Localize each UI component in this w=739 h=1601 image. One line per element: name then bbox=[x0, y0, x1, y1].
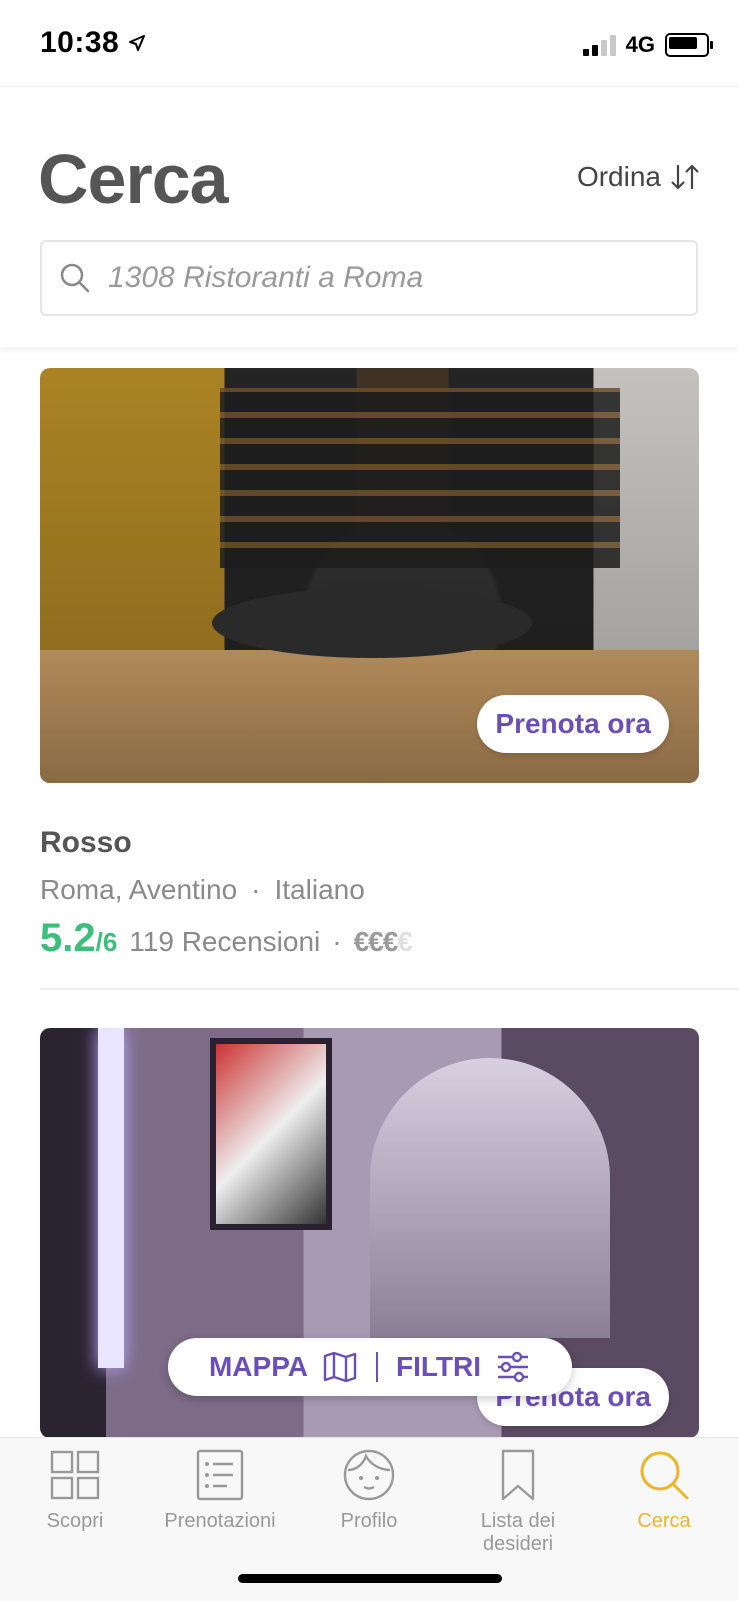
bookmark-icon bbox=[501, 1449, 535, 1501]
signal-icon bbox=[582, 34, 616, 56]
home-indicator bbox=[238, 1574, 502, 1583]
tab-prenotazioni[interactable]: Prenotazioni bbox=[145, 1448, 295, 1533]
map-label: MAPPA bbox=[208, 1351, 309, 1382]
separator-dot: · bbox=[332, 926, 342, 957]
tab-label: Profilo bbox=[340, 1510, 398, 1532]
restaurant-info[interactable]: Rosso Roma, Aventino · Italiano 5.2/6 11… bbox=[40, 826, 700, 961]
tab-lista-desideri[interactable]: Lista dei desideri bbox=[443, 1448, 593, 1556]
filters-label: FILTRI bbox=[396, 1351, 482, 1382]
search-icon bbox=[60, 263, 90, 293]
tab-label: Lista dei desideri bbox=[480, 1510, 556, 1555]
price-level: €€€€ bbox=[353, 926, 413, 957]
status-indicators: 4G bbox=[582, 32, 713, 58]
restaurant-location: Roma, Aventino bbox=[40, 874, 238, 905]
status-time-group: 10:38 bbox=[40, 26, 147, 60]
map-icon bbox=[323, 1351, 357, 1383]
list-divider bbox=[40, 988, 739, 990]
location-arrow-icon bbox=[129, 35, 146, 51]
tab-scopri[interactable]: Scopri bbox=[0, 1448, 150, 1533]
sort-button[interactable]: Ordina bbox=[577, 161, 701, 193]
restaurant-cuisine: Italiano bbox=[274, 874, 365, 905]
filters-button[interactable]: FILTRI bbox=[396, 1351, 531, 1383]
restaurant-name: Rosso bbox=[40, 826, 132, 859]
sort-arrows-icon bbox=[671, 164, 699, 190]
map-button[interactable]: MAPPA bbox=[209, 1351, 358, 1383]
tab-label: Cerca bbox=[637, 1510, 691, 1532]
search-bar[interactable] bbox=[40, 240, 698, 316]
tab-label: Prenotazioni bbox=[164, 1510, 276, 1532]
rating-score: 5.2/6 bbox=[40, 916, 118, 960]
grid-icon bbox=[50, 1450, 100, 1500]
list-icon bbox=[196, 1449, 244, 1501]
separator bbox=[376, 1352, 379, 1382]
tab-cerca[interactable]: Cerca bbox=[589, 1448, 739, 1533]
tab-profilo[interactable]: Profilo bbox=[294, 1448, 444, 1533]
book-now-button[interactable]: Prenota ora bbox=[477, 695, 669, 753]
review-count: 119 Recensioni bbox=[129, 926, 321, 957]
status-time: 10:38 bbox=[40, 26, 120, 59]
rating-row: 5.2/6 119 Recensioni · €€€€ bbox=[40, 916, 700, 961]
sliders-icon bbox=[498, 1351, 529, 1383]
map-filters-bar: MAPPA FILTRI bbox=[168, 1338, 572, 1396]
search-icon bbox=[640, 1451, 689, 1500]
tab-label: Scopri bbox=[46, 1510, 104, 1532]
sort-label: Ordina bbox=[576, 161, 661, 192]
network-type: 4G bbox=[625, 32, 655, 57]
battery-icon bbox=[665, 33, 713, 57]
page-title: Cerca bbox=[38, 140, 229, 218]
face-icon bbox=[343, 1449, 395, 1501]
separator-dot: · bbox=[251, 874, 261, 905]
restaurant-photo[interactable]: Prenota ora bbox=[40, 368, 699, 783]
search-header: Cerca Ordina bbox=[0, 87, 739, 347]
restaurant-meta: Roma, Aventino · Italiano bbox=[40, 874, 700, 906]
status-bar: 10:38 4G bbox=[0, 0, 739, 87]
search-input[interactable] bbox=[106, 260, 650, 296]
